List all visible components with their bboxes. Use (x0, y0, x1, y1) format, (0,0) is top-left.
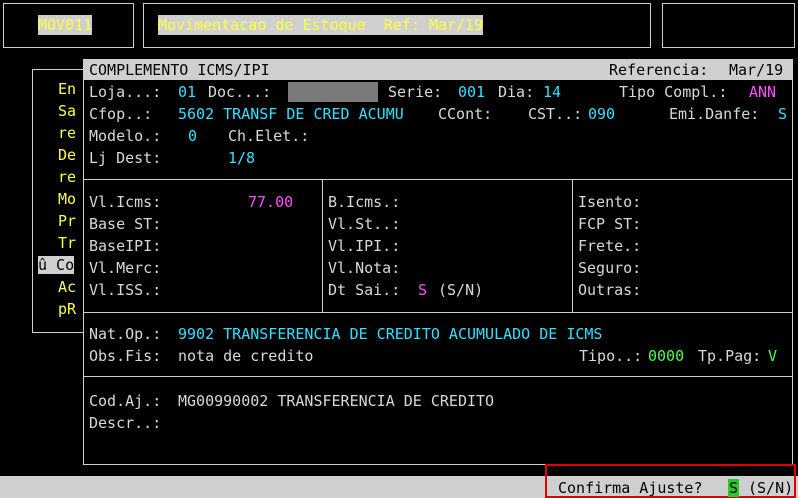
dia-value[interactable]: 14 (543, 83, 561, 101)
modelo-value[interactable]: 0 (188, 127, 197, 145)
doc-label: Doc...: (208, 83, 272, 101)
menu-item[interactable]: re (58, 168, 76, 186)
base-ipi-label: BaseIPI: (89, 237, 162, 255)
divider-values-bottom (84, 312, 792, 313)
divider-col-2 (572, 179, 573, 312)
cfop-label: Cfop..: (89, 105, 153, 123)
dt-sai-value[interactable]: S (418, 281, 427, 299)
cst-value[interactable]: 090 (588, 105, 615, 123)
fcp-st-label: FCP ST: (578, 215, 642, 233)
dialog-title: COMPLEMENTO ICMS/IPI (89, 61, 270, 79)
vl-st-label: Vl.St..: (328, 215, 401, 233)
obs-fis-label: Obs.Fis: (89, 347, 162, 365)
serie-label: Serie: (388, 83, 443, 101)
tipo-compl-value[interactable]: ANN (749, 83, 776, 101)
program-code: MOV011 (38, 15, 93, 35)
cod-aj-label: Cod.Aj.: (89, 392, 162, 410)
cfop-value[interactable]: 5602 TRANSF DE CRED ACUMU (178, 105, 404, 123)
emi-danfe-value[interactable]: S (778, 105, 787, 123)
nat-op-label: Nat.Op.: (89, 325, 162, 343)
loja-value[interactable]: 01 (178, 83, 196, 101)
outras-label: Outras: (578, 281, 642, 299)
lj-dest-label: Lj Dest: (89, 149, 162, 167)
vl-iss-label: Vl.ISS.: (89, 281, 162, 299)
nat-op-value[interactable]: 9902 TRANSFERENCIA DE CREDITO ACUMULADO … (178, 325, 602, 343)
dt-sai-hint: (S/N) (438, 281, 484, 299)
menu-item[interactable]: Sa (58, 102, 76, 120)
tipo-value[interactable]: 0000 (648, 347, 684, 365)
tipo-compl-label: Tipo Compl.: (619, 83, 728, 101)
menu-item[interactable]: û Co (38, 256, 75, 274)
divider-col-1 (322, 179, 323, 312)
menu-item[interactable]: re (58, 124, 76, 142)
menu-item[interactable]: Ac (58, 278, 76, 296)
vl-nota-label: Vl.Nota: (328, 259, 401, 277)
cst-label: CST..: (528, 105, 583, 123)
confirm-prompt-input[interactable]: S (728, 479, 740, 497)
frete-label: Frete.: (578, 237, 642, 255)
tp-pag-value[interactable]: V (768, 347, 777, 365)
tipo-label: Tipo..: (579, 347, 643, 365)
modelo-label: Modelo.: (89, 127, 162, 145)
tp-pag-label: Tp.Pag: (698, 347, 762, 365)
vl-ipi-label: Vl.IPI.: (328, 237, 401, 255)
doc-value-redacted[interactable] (288, 82, 378, 102)
referencia-label: Referencia: (609, 61, 709, 79)
menu-item[interactable]: De (58, 146, 76, 164)
vl-merc-label: Vl.Merc: (89, 259, 162, 277)
referencia-value: Mar/19 (729, 61, 784, 79)
isento-label: Isento: (578, 193, 642, 211)
vl-icms-value[interactable]: 77.00 (248, 193, 293, 211)
b-icms-label: B.Icms.: (328, 193, 401, 211)
ccont-label: CCont: (438, 105, 493, 123)
dt-sai-label: Dt Sai.: (328, 281, 401, 299)
dia-label: Dia: (498, 83, 535, 101)
seguro-label: Seguro: (578, 259, 642, 277)
confirm-prompt-text: Confirma Ajuste? (558, 479, 703, 497)
menu-item[interactable]: pR (58, 300, 76, 318)
right-header-box (662, 3, 795, 48)
divider-values-top (84, 179, 792, 180)
descr-label: Descr..: (89, 414, 162, 432)
vl-icms-label: Vl.Icms: (89, 193, 162, 211)
cod-aj-value[interactable]: MG00990002 TRANSFERENCIA DE CREDITO (178, 392, 494, 410)
menu-item[interactable]: Pr (58, 212, 76, 230)
confirm-prompt-hint: (S/N) (748, 479, 794, 497)
loja-label: Loja...: (89, 83, 162, 101)
serie-value[interactable]: 001 (458, 83, 485, 101)
menu-item[interactable]: En (58, 80, 76, 98)
obs-fis-value[interactable]: nota de credito (178, 347, 313, 365)
base-st-label: Base ST: (89, 215, 162, 233)
lj-dest-value[interactable]: 1/8 (228, 149, 255, 167)
menu-item[interactable]: Tr (58, 234, 76, 252)
divider-adjust-top (84, 376, 792, 377)
screen-title: Movimentacao de Estoque Ref: Mar/19 (158, 15, 484, 35)
emi-danfe-label: Emi.Danfe: (669, 105, 760, 123)
menu-item[interactable]: Mo (58, 190, 76, 208)
ch-elet-label: Ch.Elet.: (228, 127, 310, 145)
